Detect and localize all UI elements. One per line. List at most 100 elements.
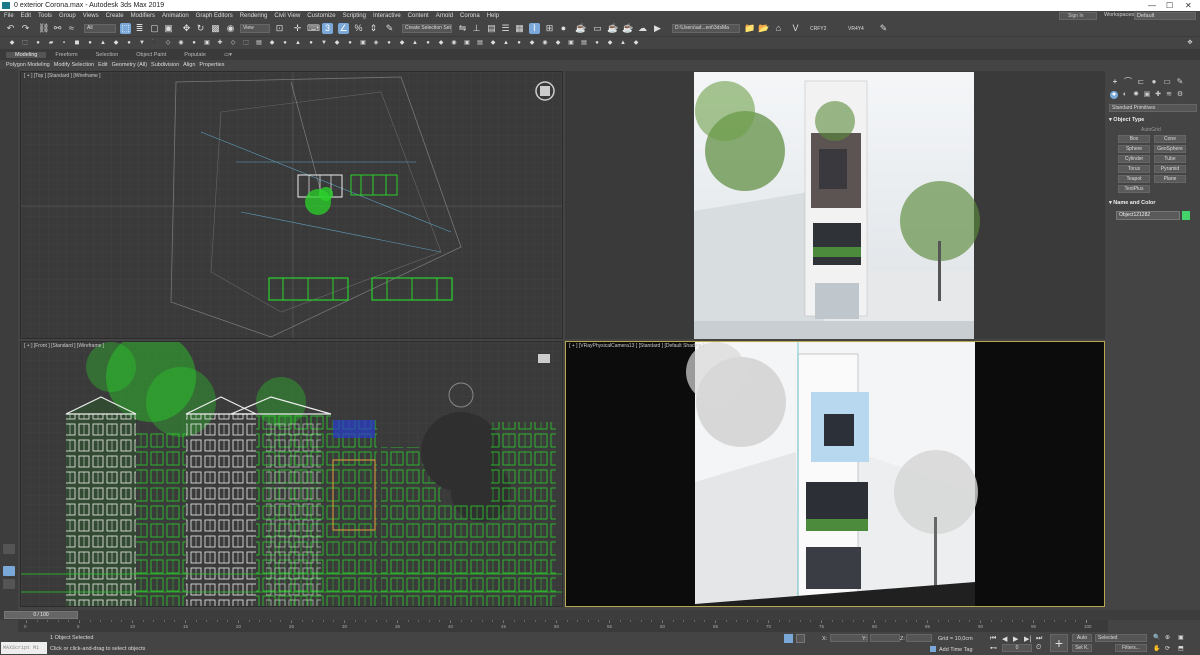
tool-2-icon[interactable]: ⬚ [21,39,29,47]
rendered-frame-window-icon[interactable]: ▭ [592,23,603,34]
time-slider[interactable]: 0 / 100 [0,610,1200,620]
link-icon[interactable]: ⛓ [38,23,49,34]
go-to-end-icon[interactable]: ⏭ [1036,635,1042,643]
tool-29-icon[interactable]: ◈ [372,39,380,47]
ribbon-tab-object-paint[interactable]: Object Paint [127,52,175,58]
viewport-top-label[interactable]: [ + ] [Top ] [Standard ] [Wireframe ] [24,73,101,79]
y-coord-field[interactable] [870,634,900,642]
rectangular-selection-icon[interactable]: ▢ [149,23,160,34]
zoom-all-icon[interactable]: ⊕ [1165,634,1170,641]
spinner-snap-icon[interactable]: ⇕ [368,23,379,34]
go-to-start-icon[interactable]: ⏮ [990,635,996,643]
project-folder-dropdown[interactable]: D:\Users\ad...ent\3dsMa [672,24,740,33]
orbit-icon[interactable]: ⟳ [1165,645,1170,652]
render-setup-icon[interactable]: ☕ [575,23,586,34]
toggle-scene-explorer-icon[interactable]: ▤ [486,23,497,34]
toggle-ribbon-icon[interactable]: ▦ [514,23,525,34]
ribbon-tab-modeling[interactable]: Modeling [6,52,47,58]
tool-25-icon[interactable]: ▼ [320,39,328,47]
selection-filter-dropdown[interactable]: All [84,24,116,33]
tool-19-icon[interactable]: ⬚ [242,39,250,47]
key-filters-button[interactable]: Filters... [1115,644,1147,652]
material-editor-icon[interactable]: ● [558,23,569,34]
edit-named-selection-icon[interactable]: ✎ [384,23,395,34]
prev-frame-icon[interactable]: ◀ [1002,635,1007,643]
systems-icon[interactable]: ⚙ [1176,91,1184,99]
tool-4-icon[interactable]: ▰ [47,39,55,47]
shapes-icon[interactable]: ◐ [1121,91,1129,99]
layout-tab-3-icon[interactable] [3,579,15,589]
modify-tab-icon[interactable]: ⌒ [1123,77,1133,86]
tool-49-icon[interactable]: ◆ [632,39,640,47]
tool-20-icon[interactable]: ▤ [255,39,263,47]
layout-tab-icon[interactable] [3,566,15,576]
tool-44-icon[interactable]: ▣ [567,39,575,47]
zoom-icon[interactable]: 🔍 [1153,634,1160,641]
utilities-tab-icon[interactable]: ✎ [1175,77,1185,86]
tool-15-icon[interactable]: ● [190,39,198,47]
time-config-icon[interactable]: ⏲ [1036,644,1044,652]
hierarchy-tab-icon[interactable]: ⊏ [1136,77,1146,86]
align-icon[interactable]: ⊥ [471,23,482,34]
ribbon-item-modify-selection[interactable]: Modify Selection [54,62,94,68]
tool-27-icon[interactable]: ● [346,39,354,47]
ribbon-item-geometry-all-[interactable]: Geometry (All) [112,62,147,68]
menu-civil-view[interactable]: Civil View [274,13,300,19]
menu-edit[interactable]: Edit [21,13,31,19]
tool-3-icon[interactable]: ● [34,39,42,47]
tool-26-icon[interactable]: ◆ [333,39,341,47]
lights-icon[interactable]: ✹ [1132,91,1140,99]
tool-16-icon[interactable]: ▣ [203,39,211,47]
current-frame-field[interactable]: 0 [1002,644,1032,652]
tool-38-icon[interactable]: ◆ [489,39,497,47]
tool-31-icon[interactable]: ◆ [398,39,406,47]
menu-create[interactable]: Create [106,13,124,19]
create-box-button[interactable]: Box [1118,135,1150,143]
motion-tab-icon[interactable]: ● [1149,77,1159,86]
ribbon-item-align[interactable]: Align [183,62,195,68]
snaps-toggle-icon[interactable]: 3 [322,23,333,34]
bind-space-warp-icon[interactable]: ≈ [66,23,77,34]
tool-21-icon[interactable]: ◆ [268,39,276,47]
move-icon[interactable]: ✥ [181,23,192,34]
render-iterative-icon[interactable]: ☕ [622,23,633,34]
ribbon-options-icon[interactable]: ▭▾ [215,52,241,58]
menu-views[interactable]: Views [83,13,99,19]
tool-13-icon[interactable]: ◇ [164,39,172,47]
menu-content[interactable]: Content [408,13,429,19]
create-tube-button[interactable]: Tube [1154,155,1186,163]
rotate-icon[interactable]: ↻ [195,23,206,34]
workspace-dropdown[interactable]: Default [1134,12,1196,20]
maximize-viewport-icon[interactable]: ⬒ [1178,645,1184,652]
toggle-layer-explorer-icon[interactable]: ☰ [500,23,511,34]
percent-snap-icon[interactable]: % [353,23,364,34]
tool-33-icon[interactable]: ● [424,39,432,47]
helpers-icon[interactable]: ✚ [1154,91,1162,99]
place-icon[interactable]: ◉ [225,23,236,34]
tool-24-icon[interactable]: ● [307,39,315,47]
tool-8-icon[interactable]: ▲ [99,39,107,47]
create-pyramid-button[interactable]: Pyramid [1154,165,1186,173]
tool-6-icon[interactable]: ◼ [73,39,81,47]
tool-39-icon[interactable]: ▲ [502,39,510,47]
render-shortcut-icon[interactable]: ▶ [652,23,663,34]
cameras-icon[interactable]: ▣ [1143,91,1151,99]
object-color-swatch[interactable] [1182,211,1190,220]
select-object-icon[interactable]: ⬚ [120,23,131,34]
reference-coord-dropdown[interactable]: View [240,24,270,33]
window-crossing-icon[interactable]: ▣ [163,23,174,34]
tool-48-icon[interactable]: ▲ [619,39,627,47]
z-coord-field[interactable] [906,634,932,642]
create-textplus-button[interactable]: TextPlus [1118,185,1150,193]
name-color-rollout[interactable]: ▾ Name and Color [1109,200,1197,206]
tool-12-icon[interactable]: ⬛ [151,39,159,47]
schematic-view-icon[interactable]: ⊞ [544,23,555,34]
tool-30-icon[interactable]: ● [385,39,393,47]
layout-tab-2-icon[interactable] [3,544,15,554]
menu-interactive[interactable]: Interactive [373,13,401,19]
set-key-button[interactable]: Set K. [1072,644,1092,652]
select-manipulate-icon[interactable]: ✛ [292,23,303,34]
tool-32-icon[interactable]: ▲ [411,39,419,47]
menu-arnold[interactable]: Arnold [436,13,453,19]
minimize-button[interactable]: — [1148,0,1156,11]
